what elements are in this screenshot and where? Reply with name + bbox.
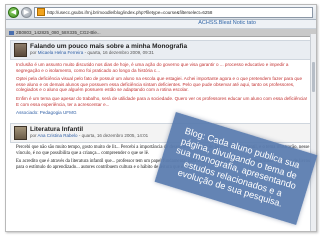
browser-toolbar: ◀ ▶ http://usecc.gsubs.ifrnj.br/moodle/b… xyxy=(6,5,316,20)
post-title[interactable]: Literatura Infantil xyxy=(30,126,148,133)
post-date: - quarta, 16 dezembro 2005, 14:01 xyxy=(78,133,149,139)
forward-arrow-icon[interactable]: ▶ xyxy=(21,6,32,18)
page-favicon-icon xyxy=(37,8,45,16)
post-meta: por Micaela Helna Ferreira - quarta, 16 … xyxy=(30,50,154,55)
user-avatar[interactable] xyxy=(14,43,27,57)
post-paragraph: Enfim é um tema que apesar do trabalho, … xyxy=(16,95,308,107)
back-arrow-icon[interactable]: ◀ xyxy=(8,6,19,18)
post-paragraph: Inclusão é um assunto muito discutido no… xyxy=(16,62,289,73)
address-bar[interactable]: http://usecc.gsubs.ifrnj.br/moodle/blog/… xyxy=(34,6,313,18)
post-date: - quarta, 16 dezembro 2009, 09:31 xyxy=(84,50,154,55)
post-paragraph: Optei pela deficiência visual pelo fato … xyxy=(16,76,303,93)
post-body: Inclusão é um assunto muito discutido no… xyxy=(10,60,312,107)
secondary-link[interactable]: ACHSS.Bleat Notic tato xyxy=(198,20,256,26)
blog-post: Falando um pouco mais sobre a minha Mono… xyxy=(10,40,312,115)
user-avatar[interactable] xyxy=(14,126,27,141)
scrollbar-thumb[interactable] xyxy=(312,62,315,92)
image-icon xyxy=(9,30,14,35)
image-bar: 2B0803_142825_080_58X335_CG2-Ble... xyxy=(6,29,316,37)
post-title[interactable]: Falando um pouco mais sobre a minha Mono… xyxy=(30,43,187,50)
post-meta: por Ana Cristina Rabelo - quarta, 16 dez… xyxy=(30,133,149,139)
post-author-link[interactable]: Ana Cristina Rabelo xyxy=(38,133,78,138)
post-footer-link[interactable]: Associado: Pedagogia UFMG xyxy=(10,110,312,115)
vertical-scrollbar[interactable] xyxy=(310,34,316,231)
url-text: http://usecc.gsubs.ifrnj.br/moodle/blog/… xyxy=(47,9,213,15)
post-header: Falando um pouco mais sobre a minha Mono… xyxy=(10,40,312,60)
post-author-link[interactable]: Micaela Helna Ferreira xyxy=(38,50,84,55)
image-bar-text: 2B0803_142825_080_58X335_CG2-Ble... xyxy=(16,30,101,35)
browser-secondary-bar: ACHSS.Bleat Notic tato xyxy=(6,20,316,29)
